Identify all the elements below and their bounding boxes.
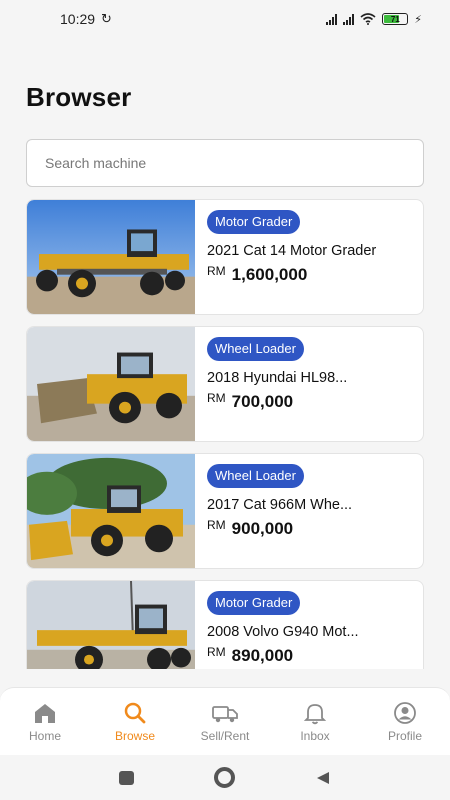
listing-image bbox=[27, 327, 195, 441]
nav-sell-rent-label: Sell/Rent bbox=[200, 729, 250, 743]
signal-icon bbox=[326, 13, 338, 25]
category-badge: Motor Grader bbox=[207, 210, 301, 234]
battery-icon: 71 bbox=[382, 13, 409, 25]
search-input[interactable] bbox=[26, 139, 424, 187]
listing-title: 2017 Cat 966M Whe... bbox=[207, 497, 353, 513]
price-currency: RM bbox=[207, 391, 226, 405]
listing-card[interactable]: Motor Grader 2008 Volvo G940 Mot... RM 8… bbox=[26, 580, 424, 669]
page-title: Browser bbox=[26, 82, 132, 112]
listing-info: Motor Grader 2021 Cat 14 Motor Grader RM… bbox=[195, 200, 376, 314]
listing-card[interactable]: Motor Grader 2021 Cat 14 Motor Grader RM… bbox=[26, 199, 424, 315]
bell-icon bbox=[303, 704, 327, 725]
listing-image bbox=[27, 200, 195, 314]
nav-profile-label: Profile bbox=[387, 729, 422, 743]
category-badge: Wheel Loader bbox=[207, 337, 304, 361]
status-bar: 10:29 ↻ 71 ⚡ bbox=[0, 0, 450, 38]
category-badge: Wheel Loader bbox=[207, 464, 304, 488]
nav-inbox[interactable]: Inbox bbox=[273, 701, 357, 743]
price-amount: 890,000 bbox=[231, 646, 294, 665]
price-currency: RM bbox=[207, 518, 226, 532]
home-button-icon[interactable] bbox=[214, 767, 235, 788]
listing-info: Wheel Loader 2017 Cat 966M Whe... RM 900… bbox=[195, 454, 352, 568]
search-icon bbox=[124, 702, 146, 724]
listing-card[interactable]: Wheel Loader 2017 Cat 966M Whe... RM 900… bbox=[26, 453, 424, 569]
listing-list[interactable]: Motor Grader 2021 Cat 14 Motor Grader RM… bbox=[26, 199, 424, 669]
listing-title: 2008 Volvo G940 Mot... bbox=[207, 624, 359, 640]
listing-title: 2018 Hyundai HL98... bbox=[207, 370, 348, 386]
nav-sell-rent[interactable]: Sell/Rent bbox=[183, 701, 267, 743]
status-right: 71 ⚡ bbox=[326, 13, 422, 26]
status-time: 10:29 bbox=[60, 11, 96, 27]
nav-home-label: Home bbox=[28, 729, 61, 743]
nav-home[interactable]: Home bbox=[3, 701, 87, 743]
nav-browse-label: Browse bbox=[114, 729, 155, 743]
listing-price: RM 890,000 bbox=[207, 645, 359, 666]
category-badge: Motor Grader bbox=[207, 591, 301, 615]
listing-info: Wheel Loader 2018 Hyundai HL98... RM 700… bbox=[195, 327, 347, 441]
home-icon bbox=[35, 704, 55, 723]
truck-icon bbox=[212, 706, 238, 723]
battery-level: 71 bbox=[390, 14, 400, 24]
nav-profile[interactable]: Profile bbox=[363, 701, 447, 743]
listing-card[interactable]: Wheel Loader 2018 Hyundai HL98... RM 700… bbox=[26, 326, 424, 442]
price-amount: 700,000 bbox=[231, 392, 294, 411]
recents-icon[interactable] bbox=[119, 770, 134, 785]
signal-icon bbox=[343, 13, 355, 25]
nav-browse[interactable]: Browse bbox=[93, 701, 177, 743]
profile-icon bbox=[394, 702, 416, 724]
listing-title: 2021 Cat 14 Motor Grader bbox=[207, 243, 377, 259]
listing-info: Motor Grader 2008 Volvo G940 Mot... RM 8… bbox=[195, 581, 359, 669]
price-currency: RM bbox=[207, 645, 226, 659]
listing-price: RM 900,000 bbox=[207, 518, 352, 539]
status-left: 10:29 ↻ bbox=[60, 11, 112, 27]
wifi-icon bbox=[360, 13, 376, 25]
listing-price: RM 1,600,000 bbox=[207, 264, 376, 285]
price-amount: 900,000 bbox=[231, 519, 294, 538]
price-currency: RM bbox=[207, 264, 226, 278]
nav-inbox-label: Inbox bbox=[300, 729, 330, 743]
system-nav bbox=[0, 755, 450, 800]
bottom-nav: Home Browse Sell/Rent Inbox Profile bbox=[0, 687, 450, 756]
back-icon[interactable] bbox=[315, 770, 331, 786]
sync-icon: ↻ bbox=[101, 11, 112, 26]
listing-image bbox=[27, 581, 195, 669]
price-amount: 1,600,000 bbox=[231, 265, 308, 284]
listing-image bbox=[27, 454, 195, 568]
charging-icon: ⚡ bbox=[414, 13, 422, 26]
listing-price: RM 700,000 bbox=[207, 391, 347, 412]
